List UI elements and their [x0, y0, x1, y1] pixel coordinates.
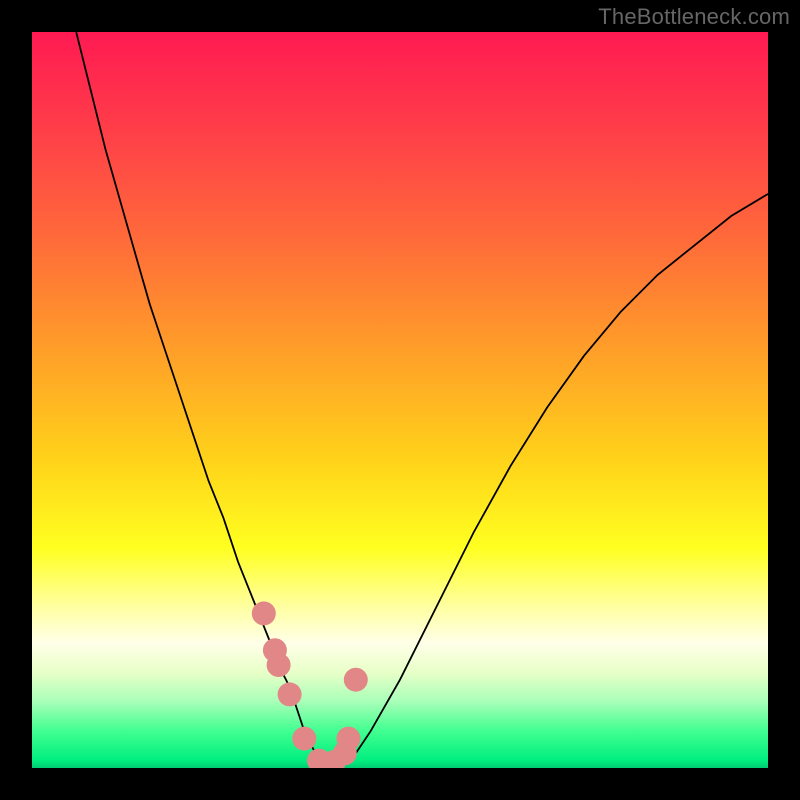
highlight-marker [252, 601, 276, 625]
highlight-markers [252, 601, 368, 768]
highlight-marker [278, 682, 302, 706]
chart-frame: TheBottleneck.com [0, 0, 800, 800]
chart-svg [32, 32, 768, 768]
bottleneck-curve [76, 32, 768, 764]
curve-line [76, 32, 768, 764]
watermark-text: TheBottleneck.com [598, 4, 790, 30]
highlight-marker [344, 668, 368, 692]
highlight-marker [267, 653, 291, 677]
plot-area [32, 32, 768, 768]
highlight-marker [292, 727, 316, 751]
highlight-marker [337, 727, 361, 751]
